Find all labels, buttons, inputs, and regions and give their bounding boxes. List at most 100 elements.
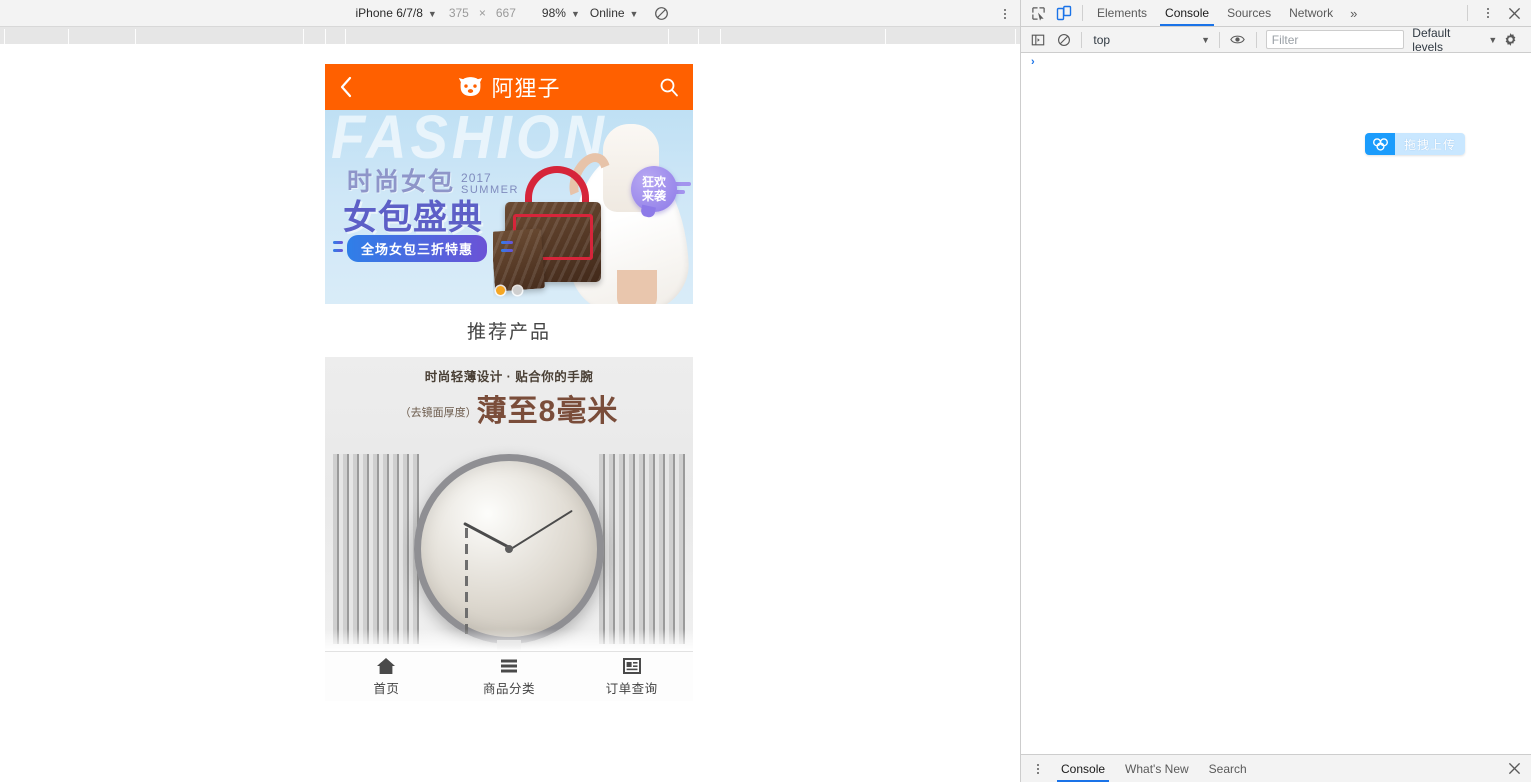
network-throttle-select[interactable]: Online ▼ bbox=[585, 3, 644, 24]
console-context-select[interactable]: top ▼ bbox=[1087, 30, 1214, 49]
chevron-down-icon: ▼ bbox=[570, 8, 580, 19]
watch-face bbox=[414, 454, 604, 644]
toolbar-divider bbox=[1467, 5, 1468, 21]
page-canvas: 阿狸子 FASHION 时尚女包 2017 SUMMER 女包盛典 全场女包三折… bbox=[0, 45, 1020, 782]
promo-banner[interactable]: FASHION 时尚女包 2017 SUMMER 女包盛典 全场女包三折特惠 狂… bbox=[325, 110, 693, 304]
devtools-tabbar: Elements Console Sources Network » bbox=[1021, 0, 1531, 27]
ruler-tick bbox=[1015, 29, 1016, 44]
tab-sources[interactable]: Sources bbox=[1218, 0, 1280, 26]
tab-console[interactable]: Console bbox=[1156, 0, 1218, 26]
mobile-bottom-nav: 首页 商品分类 订单查询 bbox=[325, 651, 693, 701]
chevron-down-icon: ▼ bbox=[427, 8, 437, 19]
nav-item-home-label: 首页 bbox=[373, 681, 400, 696]
banner-title-line2: 女包盛典 bbox=[343, 199, 483, 237]
drawer-tab-search[interactable]: Search bbox=[1199, 755, 1257, 782]
console-settings-button[interactable] bbox=[1497, 27, 1523, 53]
viewport-ruler bbox=[0, 27, 1020, 45]
clear-console-icon bbox=[1057, 33, 1070, 46]
inspect-element-button[interactable] bbox=[1025, 0, 1051, 26]
ruler-tick bbox=[720, 29, 721, 44]
clear-console-button[interactable] bbox=[1051, 27, 1077, 53]
console-filter-input[interactable]: Filter bbox=[1265, 30, 1405, 49]
console-sidebar-icon bbox=[1031, 34, 1045, 45]
list-lines-icon bbox=[501, 659, 517, 672]
console-output-area[interactable]: › 拖拽上传 bbox=[1021, 53, 1531, 754]
tab-elements[interactable]: Elements bbox=[1088, 0, 1156, 26]
nav-item-categories[interactable]: 商品分类 bbox=[448, 657, 571, 697]
console-sidebar-button[interactable] bbox=[1025, 27, 1051, 53]
product-watch-ad[interactable]: 时尚轻薄设计 · 贴合你的手腕 （去镜面厚度）薄至8毫米 bbox=[325, 358, 693, 651]
console-prompt-row[interactable]: › bbox=[1021, 53, 1531, 71]
ruler-tick bbox=[698, 29, 699, 44]
device-toolbar-menu-button[interactable] bbox=[996, 0, 1014, 27]
ruler-tick bbox=[303, 29, 304, 44]
home-icon bbox=[377, 657, 396, 674]
search-icon bbox=[660, 78, 678, 97]
ruler-tick bbox=[345, 29, 346, 44]
ruler-tick bbox=[325, 29, 326, 44]
drawer-tab-whats-new[interactable]: What's New bbox=[1115, 755, 1199, 782]
close-devtools-button[interactable] bbox=[1503, 2, 1525, 24]
drawer-tab-console[interactable]: Console bbox=[1051, 755, 1115, 782]
devtools-main-menu-button[interactable] bbox=[1475, 0, 1501, 26]
back-button[interactable] bbox=[339, 75, 354, 99]
watch-ad-headline-row: （去镜面厚度）薄至8毫米 bbox=[325, 386, 693, 430]
zoom-select-label: 98% bbox=[541, 5, 566, 20]
pagination-dot-1[interactable] bbox=[496, 286, 505, 295]
close-drawer-button[interactable] bbox=[1503, 758, 1525, 780]
console-toolbar: top ▼ Filter Default levels ▼ bbox=[1021, 26, 1531, 54]
news-card-icon bbox=[622, 657, 641, 674]
watch-scale-tick bbox=[465, 608, 468, 618]
zoom-select[interactable]: 98% ▼ bbox=[537, 3, 585, 24]
console-log-levels-select[interactable]: Default levels ▼ bbox=[1412, 26, 1497, 54]
device-select-label: iPhone 6/7/8 bbox=[355, 5, 423, 20]
toggle-device-toolbar-button[interactable] bbox=[1051, 0, 1077, 26]
viewport-width-input[interactable]: 375 bbox=[442, 6, 476, 20]
drag-upload-label: 拖拽上传 bbox=[1395, 133, 1466, 155]
watch-band-left bbox=[333, 454, 419, 644]
kebab-menu-icon bbox=[1037, 763, 1039, 774]
more-tabs-button[interactable]: » bbox=[1342, 6, 1365, 21]
live-expression-button[interactable] bbox=[1225, 27, 1251, 53]
banner-round-badge-line2: 来袭 bbox=[641, 189, 666, 203]
devtools-drawer-tabbar: Console What's New Search bbox=[1021, 754, 1531, 782]
watch-ad-headline: 薄至8毫米 bbox=[476, 395, 619, 428]
viewport-height-input[interactable]: 667 bbox=[489, 6, 523, 20]
search-button[interactable] bbox=[659, 77, 679, 97]
device-viewport[interactable]: 阿狸子 FASHION 时尚女包 2017 SUMMER 女包盛典 全场女包三折… bbox=[325, 64, 693, 732]
chevron-down-icon: ▼ bbox=[629, 8, 639, 19]
tab-network[interactable]: Network bbox=[1280, 0, 1342, 26]
toolbar-divider bbox=[1082, 5, 1083, 21]
console-context-value: top bbox=[1093, 32, 1111, 47]
nav-item-home[interactable]: 首页 bbox=[325, 657, 448, 697]
nav-item-orders[interactable]: 订单查询 bbox=[570, 657, 693, 697]
device-select[interactable]: iPhone 6/7/8 ▼ bbox=[351, 3, 442, 24]
banner-round-badge: 狂欢 来袭 bbox=[631, 166, 677, 212]
console-filter-placeholder: Filter bbox=[1271, 32, 1299, 47]
brand-name: 阿狸子 bbox=[491, 77, 561, 102]
watch-band-right bbox=[599, 454, 685, 644]
banner-promo-badge: 全场女包三折特惠 bbox=[347, 235, 488, 262]
close-icon bbox=[1508, 7, 1520, 19]
pagination-dot-2[interactable] bbox=[513, 286, 522, 295]
toolbar-divider bbox=[1255, 31, 1257, 48]
inspect-element-icon bbox=[1031, 6, 1045, 21]
chevron-down-icon: ▼ bbox=[1488, 35, 1498, 45]
ruler-tick bbox=[885, 29, 886, 44]
ruler-tick bbox=[668, 29, 669, 44]
watch-ad-fade bbox=[325, 629, 693, 651]
kebab-menu-icon bbox=[1487, 8, 1489, 18]
console-prompt-caret: › bbox=[1031, 56, 1035, 68]
chevron-left-icon bbox=[340, 76, 352, 98]
no-throttling-icon[interactable] bbox=[653, 5, 669, 21]
mobile-header: 阿狸子 bbox=[325, 64, 693, 110]
toolbar-divider bbox=[1219, 31, 1221, 48]
watch-scale-tick bbox=[465, 592, 468, 602]
drawer-menu-button[interactable] bbox=[1025, 756, 1051, 782]
close-icon bbox=[1508, 762, 1520, 775]
ruler-tick bbox=[135, 29, 136, 44]
section-title: 推荐产品 bbox=[325, 304, 693, 358]
drag-upload-badge[interactable]: 拖拽上传 bbox=[1365, 133, 1466, 155]
banner-pagination-dots[interactable] bbox=[325, 286, 693, 295]
cloud-upload-icon bbox=[1365, 133, 1395, 155]
